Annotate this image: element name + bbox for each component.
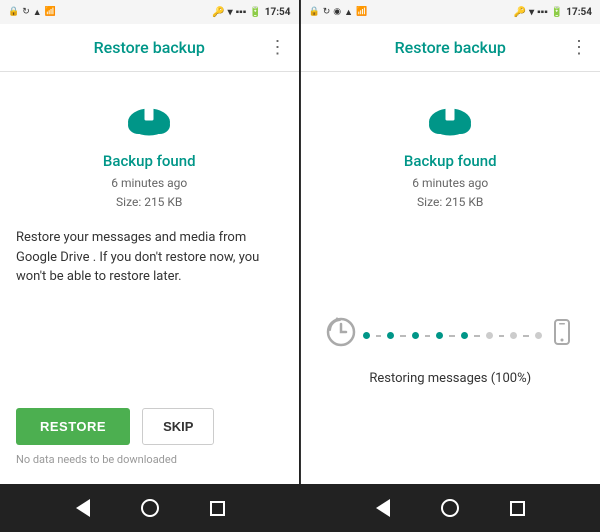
menu-icon-2[interactable]: ⋮: [570, 37, 588, 58]
progress-dot-7: [535, 332, 542, 339]
progress-dot-3: [436, 332, 443, 339]
status-bar-1: 🔒 ↻ ▲ 📶 🔑 ▾ ▪▪▪ 🔋 17:54: [0, 0, 299, 24]
dot-line-6: [523, 335, 529, 337]
dot-line-0: [376, 335, 382, 337]
progress-track: [317, 316, 585, 355]
wifi-icon-2: ▲: [344, 7, 353, 18]
time-display-2: 17:54: [566, 7, 592, 18]
status-left-icons: 🔒 ↻ ▲ 📶: [8, 7, 56, 18]
top-bar-2: Restore backup ⋮: [301, 24, 600, 72]
restore-description: Restore your messages and media from Goo…: [16, 228, 283, 287]
home-button-2[interactable]: [441, 499, 459, 517]
signal-bars-2: ▪▪▪: [537, 7, 548, 18]
phone-icon: [548, 318, 576, 353]
wifi-status-icon: ▾: [228, 7, 233, 18]
status-left-icons-2: 🔒 ↻ ◉ ▲ 📶: [309, 7, 368, 18]
backup-found-label-1: Backup found: [103, 152, 196, 170]
backup-time-2: 6 minutes ago: [412, 174, 488, 193]
progress-dot-1: [387, 332, 394, 339]
dot-line-3: [449, 335, 455, 337]
dot-line-5: [499, 335, 505, 337]
wifi-status-icon-2: ▾: [529, 7, 534, 18]
battery-icon: 🔋: [249, 7, 261, 18]
screen-2: 🔒 ↻ ◉ ▲ 📶 🔑 ▾ ▪▪▪ 🔋 17:54 Restore backup…: [301, 0, 600, 484]
progress-dot-4: [461, 332, 468, 339]
signal-icon: 📶: [45, 7, 56, 17]
dot-line-2: [425, 335, 431, 337]
wifi-icon: ▲: [33, 7, 42, 18]
cloud-upload-icon: [119, 92, 179, 144]
battery-icon-2: 🔋: [551, 7, 563, 18]
backup-size-2: Size: 215 KB: [412, 193, 488, 212]
content-1: Backup found 6 minutes ago Size: 215 KB …: [0, 72, 299, 484]
android-icon-2: 🔒: [309, 7, 320, 17]
back-button-1[interactable]: [76, 499, 90, 517]
backup-meta-1: 6 minutes ago Size: 215 KB: [111, 174, 187, 212]
signal-status-icon: ▪▪▪: [236, 7, 247, 18]
status-right-info: 🔑 ▾ ▪▪▪ 🔋 17:54: [212, 7, 290, 18]
history-icon: [325, 316, 357, 355]
backup-size-1: Size: 215 KB: [111, 193, 187, 212]
no-download-label: No data needs to be downloaded: [16, 453, 283, 466]
progress-dot-5: [486, 332, 493, 339]
time-display: 17:54: [265, 7, 291, 18]
screen-1: 🔒 ↻ ▲ 📶 🔑 ▾ ▪▪▪ 🔋 17:54 Restore backup ⋮: [0, 0, 300, 484]
top-bar-1: Restore backup ⋮: [0, 24, 299, 72]
recents-button-2[interactable]: [510, 501, 525, 516]
android-icon: 🔒: [8, 7, 19, 17]
progress-dots: [363, 332, 543, 339]
status-bar-2: 🔒 ↻ ◉ ▲ 📶 🔑 ▾ ▪▪▪ 🔋 17:54: [301, 0, 600, 24]
action-buttons: RESTORE SKIP: [16, 408, 283, 445]
progress-dot-0: [363, 332, 370, 339]
skip-button[interactable]: SKIP: [142, 408, 214, 445]
backup-time-1: 6 minutes ago: [111, 174, 187, 193]
restoring-label: Restoring messages (100%): [369, 371, 531, 386]
recents-button-1[interactable]: [210, 501, 225, 516]
content-2: Backup found 6 minutes ago Size: 215 KB: [301, 72, 600, 484]
dot-line-1: [400, 335, 406, 337]
back-button-2[interactable]: [376, 499, 390, 517]
progress-dot-2: [412, 332, 419, 339]
signal-icon-2: 📶: [356, 7, 367, 17]
backup-meta-2: 6 minutes ago Size: 215 KB: [412, 174, 488, 212]
dot-line-4: [474, 335, 480, 337]
sync-icon-2: ↻: [323, 7, 331, 17]
cloud-upload-icon-2: [420, 92, 480, 144]
page-title-2: Restore backup: [395, 38, 506, 57]
progress-area: Restoring messages (100%): [317, 228, 585, 474]
page-title-1: Restore backup: [94, 38, 205, 57]
nav-buttons-2: [350, 484, 550, 532]
navigation-bar: [0, 484, 600, 532]
key-icon-2: 🔑: [514, 7, 526, 18]
nav-buttons-1: [50, 484, 250, 532]
progress-dot-6: [510, 332, 517, 339]
backup-found-label-2: Backup found: [404, 152, 497, 170]
status-right-info-2: 🔑 ▾ ▪▪▪ 🔋 17:54: [514, 7, 592, 18]
location-icon-2: ◉: [333, 7, 341, 17]
sync-icon: ↻: [22, 7, 30, 17]
menu-icon-1[interactable]: ⋮: [269, 37, 287, 58]
key-icon: 🔑: [212, 7, 224, 18]
restore-button[interactable]: RESTORE: [16, 408, 130, 445]
home-button-1[interactable]: [141, 499, 159, 517]
